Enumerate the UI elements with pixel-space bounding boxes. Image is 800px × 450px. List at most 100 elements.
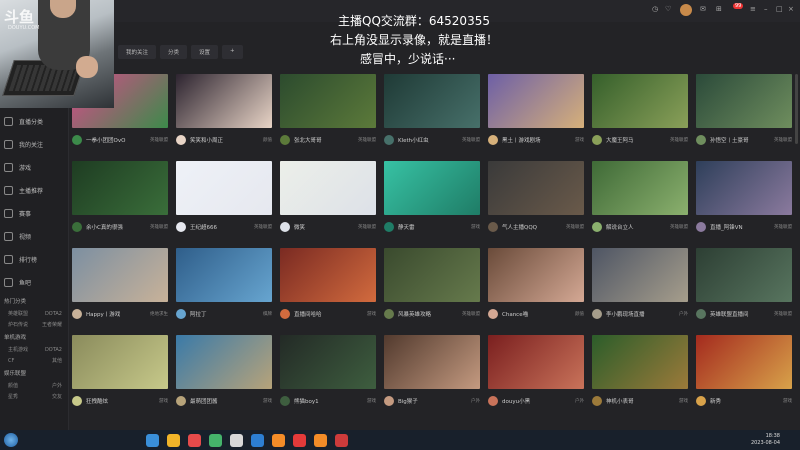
taskbar-app-icon[interactable] <box>272 433 285 447</box>
taskbar-app-icon[interactable] <box>314 433 327 447</box>
live-room-card[interactable]: 风暴英雄攻略 英雄联盟 <box>384 248 480 328</box>
streamer-name[interactable]: 解说台立人 <box>606 223 670 231</box>
taskbar-clock[interactable]: 18:38 2023-08-04 <box>751 433 780 447</box>
notification-badge[interactable]: 99 <box>733 3 744 9</box>
room-thumbnail[interactable] <box>592 74 688 128</box>
scrollbar[interactable] <box>795 74 798 144</box>
streamer-name[interactable]: 直播间哈哈 <box>294 310 367 318</box>
tab-settings[interactable]: 设置 <box>191 45 219 59</box>
streamer-avatar[interactable] <box>592 396 602 406</box>
live-room-card[interactable]: 微笑 英雄联盟 <box>280 161 376 241</box>
streamer-avatar[interactable] <box>592 135 602 145</box>
taskbar-app-icon[interactable] <box>167 433 180 447</box>
mail-icon[interactable]: ✉ <box>700 5 706 13</box>
streamer-avatar[interactable] <box>592 222 602 232</box>
streamer-avatar[interactable] <box>72 396 82 406</box>
streamer-avatar[interactable] <box>696 135 706 145</box>
sidebar-subcategory-link[interactable]: 星秀 <box>8 393 18 400</box>
live-room-card[interactable]: 孙悟空丨土豪哥 英雄联盟 <box>696 74 792 154</box>
sidebar-subcategory-link[interactable]: 其他 <box>52 357 62 364</box>
streamer-name[interactable]: Kleth小红虫 <box>398 136 462 144</box>
streamer-name[interactable]: 狂拽酷炫 <box>86 397 159 405</box>
history-icon[interactable]: ◷ <box>652 5 658 13</box>
live-room-card[interactable]: 最萌团团酱 游戏 <box>176 335 272 415</box>
live-room-card[interactable]: 熊猫boy1 游戏 <box>280 335 376 415</box>
streamer-avatar[interactable] <box>488 222 498 232</box>
streamer-name[interactable]: 静天雷 <box>398 223 471 231</box>
room-thumbnail[interactable] <box>72 335 168 389</box>
live-room-card[interactable]: 直播间哈哈 游戏 <box>280 248 376 328</box>
streamer-avatar[interactable] <box>488 309 498 319</box>
sidebar-subcategory-link[interactable]: 王者荣耀 <box>42 321 62 328</box>
streamer-name[interactable]: 王纪超666 <box>190 223 254 231</box>
streamer-avatar[interactable] <box>488 396 498 406</box>
streamer-avatar[interactable] <box>72 309 82 319</box>
streamer-avatar[interactable] <box>176 135 186 145</box>
streamer-avatar[interactable] <box>280 396 290 406</box>
room-thumbnail[interactable] <box>696 248 792 302</box>
streamer-name[interactable]: 微笑 <box>294 223 358 231</box>
room-thumbnail[interactable] <box>592 161 688 215</box>
streamer-avatar[interactable] <box>280 135 290 145</box>
streamer-avatar[interactable] <box>176 309 186 319</box>
streamer-avatar[interactable] <box>696 309 706 319</box>
room-thumbnail[interactable] <box>176 161 272 215</box>
taskbar-app-icon[interactable] <box>188 433 201 447</box>
streamer-name[interactable]: Chance喵 <box>502 310 575 318</box>
streamer-name[interactable]: 英雄联盟直播间 <box>710 310 774 318</box>
live-room-card[interactable]: Kleth小红虫 英雄联盟 <box>384 74 480 154</box>
live-room-card[interactable]: 李小鹏现场直播 户外 <box>592 248 688 328</box>
sidebar-subcategory-link[interactable]: 颜值 <box>8 382 18 389</box>
room-thumbnail[interactable] <box>384 161 480 215</box>
sidebar-item[interactable]: 直播分类 <box>0 110 68 133</box>
streamer-name[interactable]: 熊猫boy1 <box>294 397 367 405</box>
sidebar-section-header[interactable]: 单机游戏 <box>0 330 68 344</box>
menu-icon[interactable]: ≡ <box>750 5 756 13</box>
live-room-card[interactable]: 新秀 游戏 <box>696 335 792 415</box>
add-tab-button[interactable]: + <box>222 45 243 59</box>
streamer-name[interactable]: 最萌团团酱 <box>190 397 263 405</box>
streamer-avatar[interactable] <box>696 222 706 232</box>
streamer-name[interactable]: Happy丨游戏 <box>86 310 150 318</box>
live-room-card[interactable]: 英雄联盟直播间 英雄联盟 <box>696 248 792 328</box>
avatar[interactable] <box>680 4 692 16</box>
streamer-name[interactable]: 余小C真的很强 <box>86 223 150 231</box>
room-thumbnail[interactable] <box>488 161 584 215</box>
room-thumbnail[interactable] <box>280 248 376 302</box>
sidebar-item[interactable]: 赛事 <box>0 202 68 225</box>
streamer-avatar[interactable] <box>72 222 82 232</box>
room-thumbnail[interactable] <box>280 161 376 215</box>
sidebar-item[interactable]: 排行榜 <box>0 248 68 271</box>
tab-category[interactable]: 分类 <box>160 45 188 59</box>
room-thumbnail[interactable] <box>176 335 272 389</box>
streamer-name[interactable]: 气人主播QQQ <box>502 223 566 231</box>
streamer-avatar[interactable] <box>592 309 602 319</box>
room-thumbnail[interactable] <box>384 335 480 389</box>
live-room-card[interactable]: 大魔王阿马 英雄联盟 <box>592 74 688 154</box>
favorite-icon[interactable]: ♡ <box>665 5 671 13</box>
live-room-card[interactable]: 阿拉丁 棋牌 <box>176 248 272 328</box>
streamer-name[interactable]: 张北大哥哥 <box>294 136 358 144</box>
room-thumbnail[interactable] <box>176 74 272 128</box>
maximize-icon[interactable]: □ <box>776 5 783 13</box>
room-thumbnail[interactable] <box>384 248 480 302</box>
room-thumbnail[interactable] <box>696 161 792 215</box>
room-thumbnail[interactable] <box>384 74 480 128</box>
streamer-avatar[interactable] <box>488 135 498 145</box>
streamer-avatar[interactable] <box>384 135 394 145</box>
room-thumbnail[interactable] <box>488 74 584 128</box>
sidebar-subcategory-link[interactable]: 交友 <box>52 393 62 400</box>
streamer-avatar[interactable] <box>384 396 394 406</box>
streamer-avatar[interactable] <box>72 135 82 145</box>
live-room-card[interactable]: 解说台立人 英雄联盟 <box>592 161 688 241</box>
sidebar-item[interactable]: 鱼吧 <box>0 271 68 294</box>
live-room-card[interactable]: Happy丨游戏 绝地求生 <box>72 248 168 328</box>
sidebar-item[interactable]: 视频 <box>0 225 68 248</box>
taskbar-app-icon[interactable] <box>209 433 222 447</box>
streamer-name[interactable]: 阿拉丁 <box>190 310 263 318</box>
live-room-card[interactable]: 狂拽酷炫 游戏 <box>72 335 168 415</box>
gift-icon[interactable]: ⊞ <box>716 5 722 13</box>
live-room-card[interactable]: 余小C真的很强 英雄联盟 <box>72 161 168 241</box>
streamer-name[interactable]: 笑笑和小周正 <box>190 136 263 144</box>
streamer-avatar[interactable] <box>384 309 394 319</box>
